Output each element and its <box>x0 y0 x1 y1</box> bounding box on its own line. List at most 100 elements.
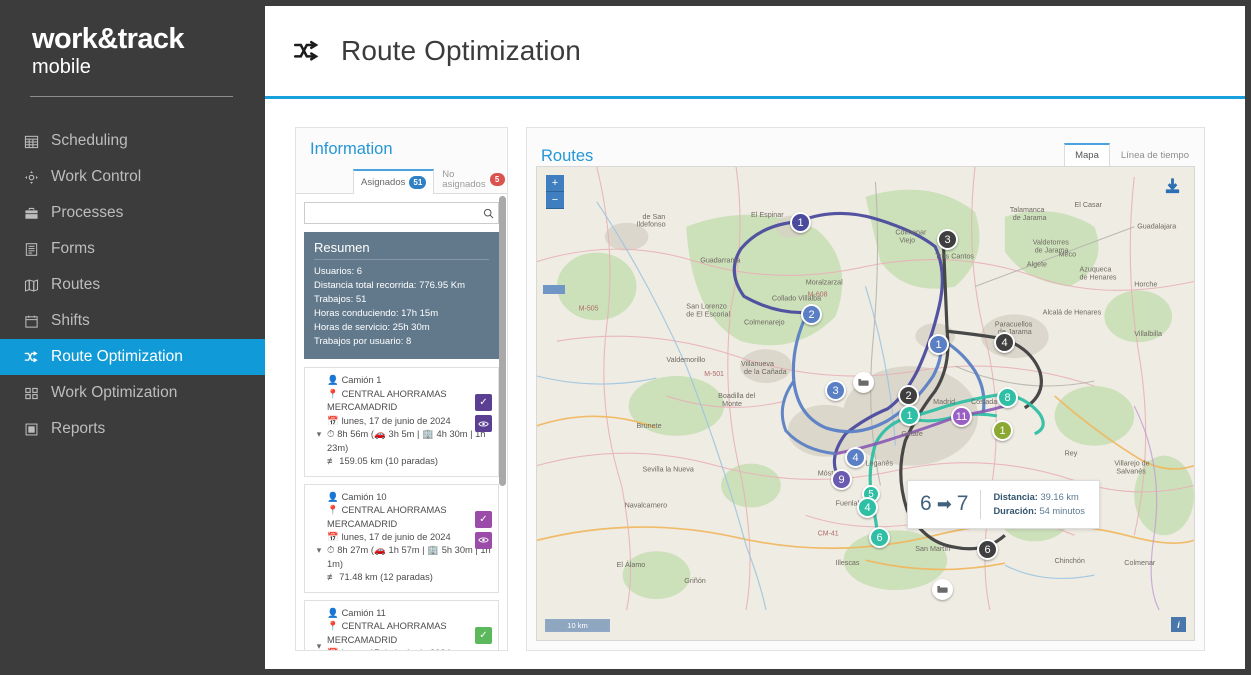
vehicle-checkbox[interactable]: ✓ <box>475 626 492 644</box>
page-header: Route Optimization <box>265 6 1245 99</box>
route-marker[interactable]: 4 <box>994 332 1015 353</box>
route-marker[interactable]: 4 <box>845 447 866 468</box>
sidebar-item-work-optimization[interactable]: Work Optimization <box>0 375 265 411</box>
depot-marker[interactable] <box>932 579 953 600</box>
vehicle-card-controls: ✓ <box>475 510 492 549</box>
route-marker[interactable]: 8 <box>997 387 1018 408</box>
svg-text:Paracuellos: Paracuellos <box>995 320 1033 328</box>
svg-text:Colmenar: Colmenar <box>895 229 927 237</box>
box-icon: 🏢 <box>427 545 439 556</box>
route-marker[interactable]: 4 <box>857 497 878 518</box>
tooltip-duration-row: Duración: 54 minutos <box>993 504 1084 518</box>
vehicle-visibility-toggle[interactable] <box>475 415 492 433</box>
svg-text:Alcalá de Henares: Alcalá de Henares <box>1043 308 1102 316</box>
pin-icon: 📍 <box>327 505 339 516</box>
clock-icon: ⏱ <box>327 429 335 440</box>
chevron-down-icon[interactable]: ▾ <box>313 491 325 585</box>
svg-text:Villalbilla: Villalbilla <box>1134 330 1162 338</box>
routes-title: Routes <box>541 147 594 165</box>
tab-mapa[interactable]: Mapa <box>1064 142 1110 167</box>
vehicle-card[interactable]: ▾ 👤 Camión 11 📍 CENTRAL AHORRAMAS MERCAMAD… <box>304 599 499 650</box>
vehicle-date-row: 📅lunes, 17 de junio de 2024 <box>327 647 492 650</box>
depot-marker[interactable] <box>853 372 874 393</box>
vehicle-name-row: 👤 Camión 10 <box>327 491 492 504</box>
route-marker[interactable]: 1 <box>928 334 949 355</box>
svg-text:Valdemorillo: Valdemorillo <box>666 356 705 364</box>
zoom-out-button[interactable]: − <box>546 192 564 209</box>
tab-asignados-label: Asignados <box>361 176 406 188</box>
route-marker[interactable]: 3 <box>825 380 846 401</box>
route-marker[interactable]: 3 <box>937 229 958 250</box>
svg-text:Salvanés: Salvanés <box>1116 468 1146 476</box>
sidebar-item-label: Work Control <box>51 168 142 186</box>
calendar-icon <box>24 314 46 329</box>
calendar-grid-icon <box>24 134 46 149</box>
svg-text:de San: de San <box>643 213 666 221</box>
tab-no-asignados-badge: 5 <box>489 173 505 186</box>
vehicle-card[interactable]: ▾ 👤 Camión 1 📍 CENTRAL AHORRAMAS MERCAMADR… <box>304 367 499 477</box>
tab-asignados[interactable]: Asignados 51 <box>353 169 435 194</box>
sidebar-item-forms[interactable]: Forms <box>0 231 265 267</box>
vehicle-card[interactable]: ▾ 👤 Camión 10 📍 CENTRAL AHORRAMAS MERCAMAD… <box>304 483 499 593</box>
vehicle-checkbox[interactable]: ✓ <box>475 510 492 528</box>
svg-text:El Casar: El Casar <box>1075 201 1103 209</box>
vehicle-card-body: 👤 Camión 11 📍 CENTRAL AHORRAMAS MERCAMADRI… <box>325 607 492 650</box>
tab-no-asignados[interactable]: No asignados 5 <box>434 164 507 194</box>
route-marker[interactable]: 9 <box>831 469 852 490</box>
vehicle-time-service: 4h 30m | <box>436 429 476 440</box>
sidebar-item-label: Reports <box>51 420 106 438</box>
route-marker[interactable]: 1 <box>790 212 811 233</box>
svg-text:Ildefonso: Ildefonso <box>637 221 666 229</box>
svg-text:CM-41: CM-41 <box>818 530 839 537</box>
chevron-down-icon[interactable]: ▾ <box>313 607 325 650</box>
route-marker[interactable]: 11 <box>951 406 972 427</box>
map-container[interactable]: de San Ildefonso El Espinar Talamanca de… <box>536 166 1195 641</box>
svg-text:Colmenar: Colmenar <box>1124 559 1156 567</box>
information-scrollbar[interactable] <box>498 194 507 650</box>
svg-text:Madrid: Madrid <box>933 398 955 406</box>
sidebar-item-label: Work Optimization <box>51 384 178 402</box>
download-icon[interactable] <box>1163 177 1182 196</box>
sidebar-item-work-control[interactable]: Work Control <box>0 159 265 195</box>
route-marker[interactable]: 2 <box>801 304 822 325</box>
svg-text:Villarejo de: Villarejo de <box>1114 460 1149 468</box>
map-edge-marker <box>543 285 565 294</box>
svg-text:Colmenarejo: Colmenarejo <box>744 318 785 326</box>
sidebar-item-route-optimization[interactable]: Route Optimization <box>0 339 265 376</box>
vehicle-location-row: 📍 CENTRAL AHORRAMAS <box>327 388 492 401</box>
svg-text:Tres Cantos: Tres Cantos <box>935 253 974 261</box>
route-marker[interactable]: 1 <box>899 405 920 426</box>
sidebar-item-processes[interactable]: Processes <box>0 195 265 231</box>
user-icon: 👤 <box>327 607 339 618</box>
sidebar-item-scheduling[interactable]: Scheduling <box>0 123 265 159</box>
svg-text:Meco: Meco <box>1059 251 1077 259</box>
tab-asignados-badge: 51 <box>409 176 427 189</box>
route-marker[interactable]: 6 <box>869 527 890 548</box>
search-input[interactable] <box>304 202 499 224</box>
content-area: Information Asignados 51 No asignados 5 <box>265 99 1245 669</box>
svg-text:Rey: Rey <box>1065 450 1078 458</box>
arrow-right-icon: ➡ <box>936 493 952 514</box>
vehicle-name-row: 👤 Camión 1 <box>327 374 492 387</box>
vehicle-visibility-toggle[interactable] <box>475 531 492 549</box>
sidebar-item-shifts[interactable]: Shifts <box>0 303 265 339</box>
scrollbar-thumb[interactable] <box>499 196 506 486</box>
svg-text:Viejo: Viejo <box>899 237 915 245</box>
route-marker[interactable]: 6 <box>977 539 998 560</box>
route-marker[interactable]: 2 <box>898 385 919 406</box>
tooltip-leg-to: 7 <box>956 492 969 516</box>
svg-text:Griñón: Griñón <box>684 577 705 585</box>
sidebar-item-label: Shifts <box>51 312 90 330</box>
search-icon[interactable] <box>483 206 494 224</box>
zoom-in-button[interactable]: + <box>546 175 564 192</box>
sidebar-item-routes[interactable]: Routes <box>0 267 265 303</box>
map-info-button[interactable]: i <box>1171 617 1186 632</box>
tab-linea-de-tiempo[interactable]: Línea de tiempo <box>1110 144 1200 168</box>
sidebar-item-label: Processes <box>51 204 124 222</box>
sidebar-item-reports[interactable]: Reports <box>0 411 265 447</box>
user-icon: 👤 <box>327 491 339 502</box>
vehicle-checkbox[interactable]: ✓ <box>475 394 492 412</box>
route-marker[interactable]: 1 <box>992 420 1013 441</box>
svg-text:de Jarama: de Jarama <box>1013 214 1047 222</box>
chevron-down-icon[interactable]: ▾ <box>313 374 325 468</box>
